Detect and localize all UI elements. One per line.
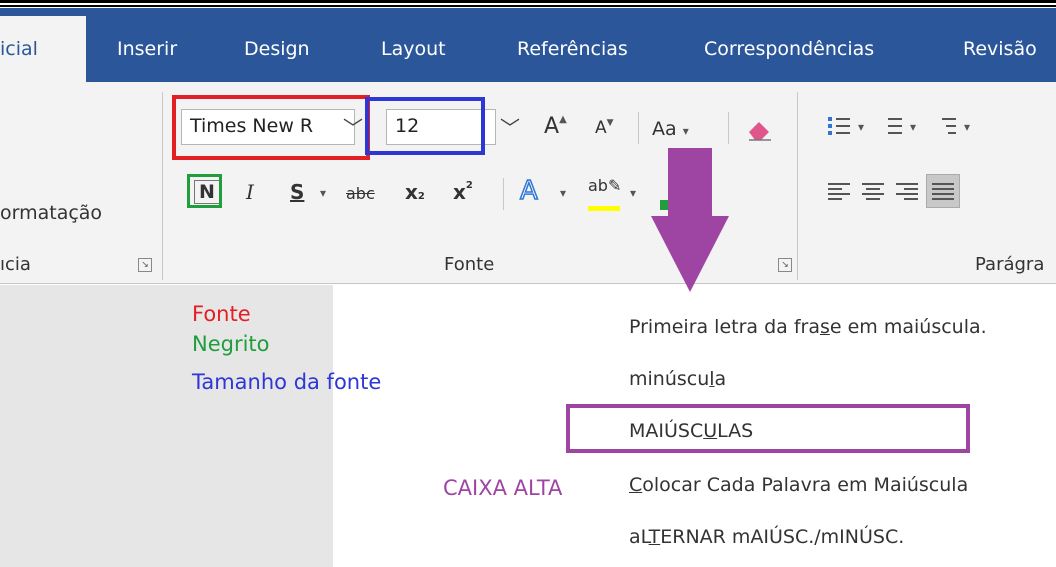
superscript-button[interactable]: x2 bbox=[453, 180, 473, 204]
font-size-dropdown-icon[interactable]: ﹀ bbox=[500, 112, 520, 141]
tab-home[interactable]: icial bbox=[0, 16, 86, 82]
text-effects-button[interactable]: A bbox=[519, 175, 538, 207]
multilevel-dropdown-icon[interactable]: ▾ bbox=[964, 120, 970, 134]
italic-button[interactable]: I bbox=[246, 180, 254, 204]
underline-button[interactable]: S bbox=[290, 180, 304, 204]
case-option-sentence[interactable]: Primeira letra da frase em maiúscula. bbox=[629, 316, 987, 338]
strikethrough-button[interactable]: abc bbox=[346, 184, 375, 203]
bold-highlight bbox=[187, 174, 222, 208]
uppercase-highlight bbox=[566, 404, 970, 453]
change-case-button[interactable]: Aa ▾ bbox=[652, 118, 689, 140]
legend-bold: Negrito bbox=[192, 332, 270, 356]
multilevel-list-icon[interactable] bbox=[932, 116, 958, 136]
toolbar-divider bbox=[503, 178, 504, 210]
pointer-arrow-shaft bbox=[668, 148, 712, 218]
highlight-color-bar bbox=[588, 206, 620, 211]
align-center-icon[interactable] bbox=[862, 182, 886, 200]
align-right-icon[interactable] bbox=[896, 182, 920, 200]
case-option-capitalize[interactable]: Colocar Cada Palavra em Maiúscula bbox=[629, 474, 968, 496]
grow-font-button[interactable]: A▲ bbox=[544, 114, 567, 139]
highlight-dropdown-icon[interactable]: ▾ bbox=[630, 186, 636, 200]
justify-icon bbox=[932, 182, 956, 200]
top-rule bbox=[0, 0, 1056, 3]
numbering-dropdown-icon[interactable]: ▾ bbox=[910, 120, 916, 134]
ribbon-panel: ormatação ıcia ↘ Times New R ﹀ 12 ﹀ A▲ A… bbox=[0, 82, 1056, 284]
toolbar-divider bbox=[638, 112, 639, 144]
tab-references[interactable]: Referências bbox=[517, 38, 628, 60]
font-name-highlight bbox=[172, 95, 370, 160]
format-painter-label[interactable]: ormatação bbox=[0, 202, 102, 224]
underline-dropdown-icon[interactable]: ▾ bbox=[320, 186, 326, 200]
top-rule-inner bbox=[0, 5, 1056, 7]
case-option-toggle[interactable]: aLTERNAR mAIÚSC./mINÚSC. bbox=[629, 526, 904, 548]
legend-font: Fonte bbox=[192, 302, 251, 326]
clipboard-group-label: ıcia bbox=[0, 254, 31, 275]
text-effects-dropdown-icon[interactable]: ▾ bbox=[560, 186, 566, 200]
group-separator bbox=[797, 92, 798, 280]
subscript-button[interactable]: x2 bbox=[405, 180, 425, 204]
justify-button[interactable] bbox=[926, 174, 960, 208]
ribbon-tab-bar: icial Inserir Design Layout Referências … bbox=[0, 8, 1056, 82]
tab-insert[interactable]: Inserir bbox=[117, 38, 177, 60]
font-size-highlight bbox=[365, 97, 485, 155]
tab-design[interactable]: Design bbox=[244, 38, 310, 60]
bullets-dropdown-icon[interactable]: ▾ bbox=[858, 120, 864, 134]
pointer-arrow-head bbox=[651, 216, 729, 292]
align-left-icon[interactable] bbox=[828, 182, 852, 200]
legend-caps: CAIXA ALTA bbox=[443, 476, 563, 500]
paragraph-group-label: Parágra bbox=[975, 254, 1045, 275]
tab-mailings[interactable]: Correspondências bbox=[704, 38, 874, 60]
bullets-icon[interactable] bbox=[826, 116, 852, 136]
tab-review[interactable]: Revisão bbox=[963, 38, 1037, 60]
numbering-icon[interactable] bbox=[878, 116, 904, 136]
toolbar-divider bbox=[728, 112, 729, 144]
highlight-button[interactable]: ab✎ bbox=[588, 176, 621, 195]
group-separator bbox=[162, 92, 163, 280]
font-group-label: Fonte bbox=[444, 254, 495, 275]
font-launcher-icon[interactable]: ↘ bbox=[778, 258, 792, 272]
document-margin bbox=[0, 285, 333, 567]
shrink-font-button[interactable]: A▼ bbox=[595, 118, 614, 138]
clear-formatting-icon[interactable] bbox=[745, 118, 773, 142]
tab-layout[interactable]: Layout bbox=[381, 38, 446, 60]
legend-font-size: Tamanho da fonte bbox=[192, 370, 382, 394]
case-option-lowercase[interactable]: minúscula bbox=[629, 368, 726, 390]
clipboard-launcher-icon[interactable]: ↘ bbox=[138, 258, 152, 272]
